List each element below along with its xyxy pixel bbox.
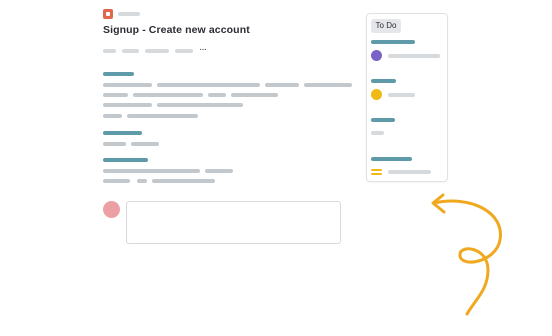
- breadcrumb-placeholder[interactable]: [118, 12, 140, 16]
- field-label: [371, 118, 395, 122]
- text-line: [304, 83, 352, 87]
- meta-item[interactable]: [175, 49, 193, 53]
- text-line: [152, 179, 215, 183]
- page-title: Signup - Create new account: [103, 24, 250, 36]
- text-line: [103, 114, 122, 118]
- status-badge[interactable]: To Do: [371, 19, 401, 33]
- text-line: [103, 142, 126, 146]
- more-icon[interactable]: ···: [199, 44, 207, 55]
- field-value[interactable]: [388, 93, 415, 97]
- curved-arrow-icon: [431, 193, 502, 316]
- field-label: [371, 157, 412, 161]
- field-label: [371, 79, 396, 83]
- text-line: [265, 83, 299, 87]
- status-dot[interactable]: [371, 89, 382, 100]
- text-line: [131, 142, 159, 146]
- text-line: [157, 83, 260, 87]
- section-heading: [103, 72, 134, 76]
- text-line: [103, 179, 130, 183]
- text-line: [103, 169, 200, 173]
- meta-item[interactable]: [122, 49, 139, 53]
- text-line: [231, 93, 278, 97]
- priority-icon[interactable]: [371, 168, 382, 175]
- text-line: [127, 114, 198, 118]
- text-line: [157, 103, 243, 107]
- field-value[interactable]: [388, 170, 431, 174]
- field-value[interactable]: [388, 54, 440, 58]
- task-icon: [103, 9, 113, 19]
- comment-input[interactable]: [126, 201, 341, 244]
- field-value[interactable]: [371, 131, 384, 135]
- section-heading: [103, 131, 142, 135]
- avatar: [103, 201, 120, 218]
- text-line: [137, 179, 147, 183]
- meta-item[interactable]: [145, 49, 169, 53]
- text-line: [103, 103, 152, 107]
- text-line: [208, 93, 226, 97]
- meta-item[interactable]: [103, 49, 116, 53]
- text-line: [133, 93, 203, 97]
- assignee-avatar[interactable]: [371, 50, 382, 61]
- field-label: [371, 40, 415, 44]
- section-heading: [103, 158, 148, 162]
- text-line: [103, 83, 152, 87]
- text-line: [103, 93, 128, 97]
- text-line: [205, 169, 233, 173]
